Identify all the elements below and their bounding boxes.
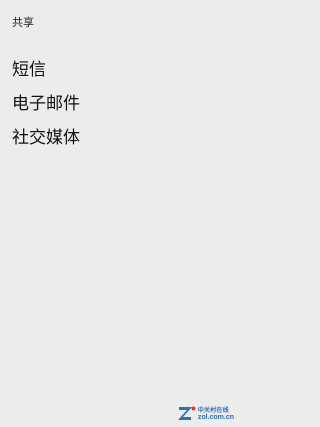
share-option-email[interactable]: 电子邮件 (12, 84, 222, 118)
share-option-social-media[interactable]: 社交媒体 (12, 118, 222, 152)
watermark-text: 中关村在线 zol.com.cn (197, 408, 234, 422)
share-screen: 共享 短信 电子邮件 社交媒体 中关村在线 zol.com.cn (0, 0, 240, 427)
zol-logo-icon (177, 406, 196, 420)
watermark-text-en: zol.com.cn (197, 414, 234, 421)
zol-watermark: 中关村在线 zol.com.cn (177, 405, 234, 422)
share-options-list: 短信 电子邮件 社交媒体 (12, 50, 222, 152)
share-option-sms[interactable]: 短信 (12, 50, 222, 84)
share-title: 共享 (12, 16, 34, 29)
